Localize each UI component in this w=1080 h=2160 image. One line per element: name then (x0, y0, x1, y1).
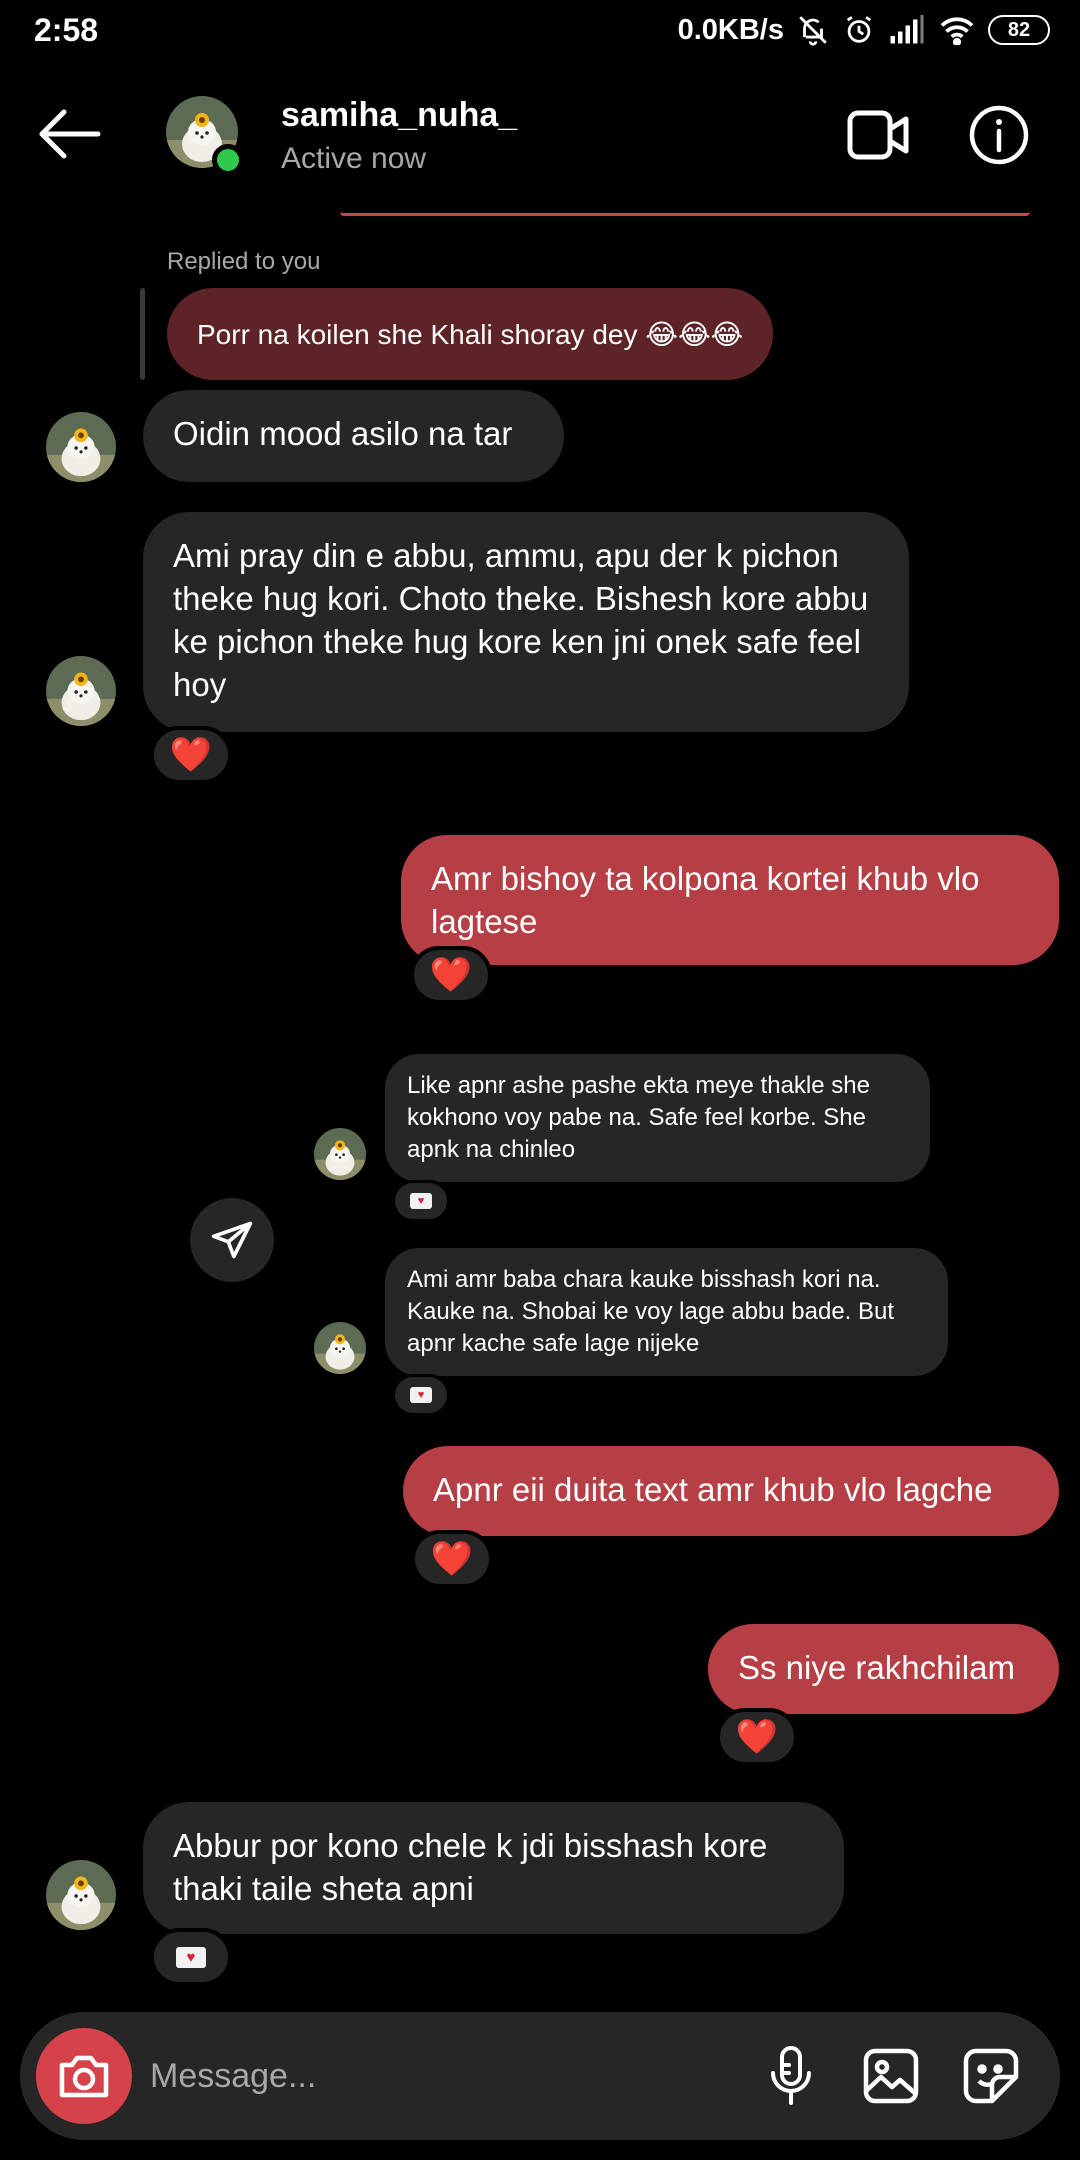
love-letter-icon: ♥ (410, 1387, 432, 1403)
status-time: 2:58 (34, 12, 99, 48)
dog-avatar-icon (46, 656, 116, 726)
message-text: Abbur por kono chele k jdi bisshash kore… (173, 1827, 768, 1907)
reaction-love-letter[interactable]: ♥ (392, 1374, 450, 1416)
sender-avatar[interactable] (314, 1322, 366, 1374)
dog-avatar-icon (314, 1128, 366, 1180)
incoming-message[interactable]: Abbur por kono chele k jdi bisshash kore… (143, 1802, 844, 1934)
sticker-icon (963, 2048, 1019, 2104)
sender-avatar[interactable] (46, 656, 116, 726)
message-text: Like apnr ashe pashe ekta meye thakle sh… (407, 1072, 870, 1163)
message-text: Apnr eii duita text amr khub vlo lagche (433, 1471, 993, 1508)
message-text: Ami pray din e abbu, ammu, apu der k pic… (173, 537, 869, 703)
video-call-icon[interactable] (846, 107, 910, 163)
outgoing-message[interactable]: Apnr eii duita text amr khub vlo lagche (403, 1446, 1059, 1536)
network-speed: 0.0KB/s (677, 13, 784, 46)
dog-avatar-icon (46, 1860, 116, 1930)
reaction-heart[interactable]: ❤️ (410, 946, 492, 1004)
back-arrow-icon[interactable] (36, 104, 106, 164)
reaction-heart[interactable]: ❤️ (150, 726, 232, 784)
reply-quote-bar (140, 288, 145, 380)
replied-label: Replied to you (167, 248, 321, 275)
gallery-button[interactable] (855, 2040, 927, 2112)
reply-quoted-message[interactable]: Porr na koilen she Khali shoray dey 😂😂😂 (167, 288, 774, 380)
reaction-love-letter[interactable]: ♥ (392, 1180, 450, 1222)
love-letter-icon: ♥ (176, 1946, 206, 1968)
chat-header: samiha_nuha_ Active now (0, 62, 1080, 212)
dog-avatar-icon (46, 412, 116, 482)
reaction-heart[interactable]: ❤️ (411, 1530, 493, 1588)
heart-icon: ❤️ (169, 736, 213, 774)
incoming-message[interactable]: Ami pray din e abbu, ammu, apu der k pic… (143, 512, 909, 732)
incoming-message[interactable]: Ami amr baba chara kauke bisshash kori n… (385, 1248, 948, 1376)
incoming-message[interactable]: Oidin mood asilo na tar (143, 390, 564, 482)
incoming-message[interactable]: Like apnr ashe pashe ekta meye thakle sh… (385, 1054, 930, 1182)
message-composer (20, 2012, 1060, 2140)
paper-plane-icon (211, 1221, 253, 1259)
heart-icon: ❤️ (429, 956, 473, 994)
sender-avatar[interactable] (46, 412, 116, 482)
contact-status: Active now (281, 142, 427, 175)
status-icons: 0.0KB/s 82 (678, 10, 1050, 50)
heart-icon: ❤️ (735, 1718, 779, 1756)
info-icon[interactable] (968, 104, 1030, 166)
voice-message-button[interactable] (755, 2040, 827, 2112)
battery-level: 82 (1007, 18, 1031, 41)
reaction-heart[interactable]: ❤️ (716, 1708, 798, 1766)
online-indicator (212, 144, 244, 176)
sticker-button[interactable] (955, 2040, 1027, 2112)
dog-avatar-icon (314, 1322, 366, 1374)
signal-icon (890, 15, 924, 44)
message-input[interactable] (150, 2042, 730, 2110)
bell-off-icon (799, 16, 827, 46)
message-text: Amr bishoy ta kolpona kortei khub vlo la… (431, 860, 980, 940)
message-text: Ss niye rakhchilam (738, 1649, 1015, 1686)
outgoing-message[interactable]: Ss niye rakhchilam (708, 1624, 1059, 1714)
message-text: Oidin mood asilo na tar (173, 415, 513, 452)
love-letter-icon: ♥ (410, 1193, 432, 1209)
sender-avatar[interactable] (314, 1128, 366, 1180)
contact-username[interactable]: samiha_nuha_ (281, 96, 517, 135)
alarm-icon (846, 16, 872, 43)
sender-avatar[interactable] (46, 1860, 116, 1930)
battery-icon: 82 (988, 15, 1050, 45)
microphone-icon (771, 2046, 811, 2105)
message-text: Ami amr baba chara kauke bisshash kori n… (407, 1266, 895, 1357)
camera-button[interactable] (36, 2028, 132, 2124)
reaction-love-letter[interactable]: ♥ (150, 1928, 232, 1986)
camera-icon (59, 2055, 109, 2098)
status-bar: 2:58 0.0KB/s 82 (0, 0, 1080, 62)
forward-button[interactable] (190, 1198, 274, 1282)
image-icon (863, 2048, 919, 2104)
previous-message-edge (340, 212, 1030, 216)
wifi-icon (940, 17, 974, 45)
heart-icon: ❤️ (430, 1540, 474, 1578)
message-thread[interactable]: Replied to you Porr na koilen she Khali … (0, 212, 1080, 2010)
outgoing-message[interactable]: Amr bishoy ta kolpona kortei khub vlo la… (401, 835, 1059, 965)
